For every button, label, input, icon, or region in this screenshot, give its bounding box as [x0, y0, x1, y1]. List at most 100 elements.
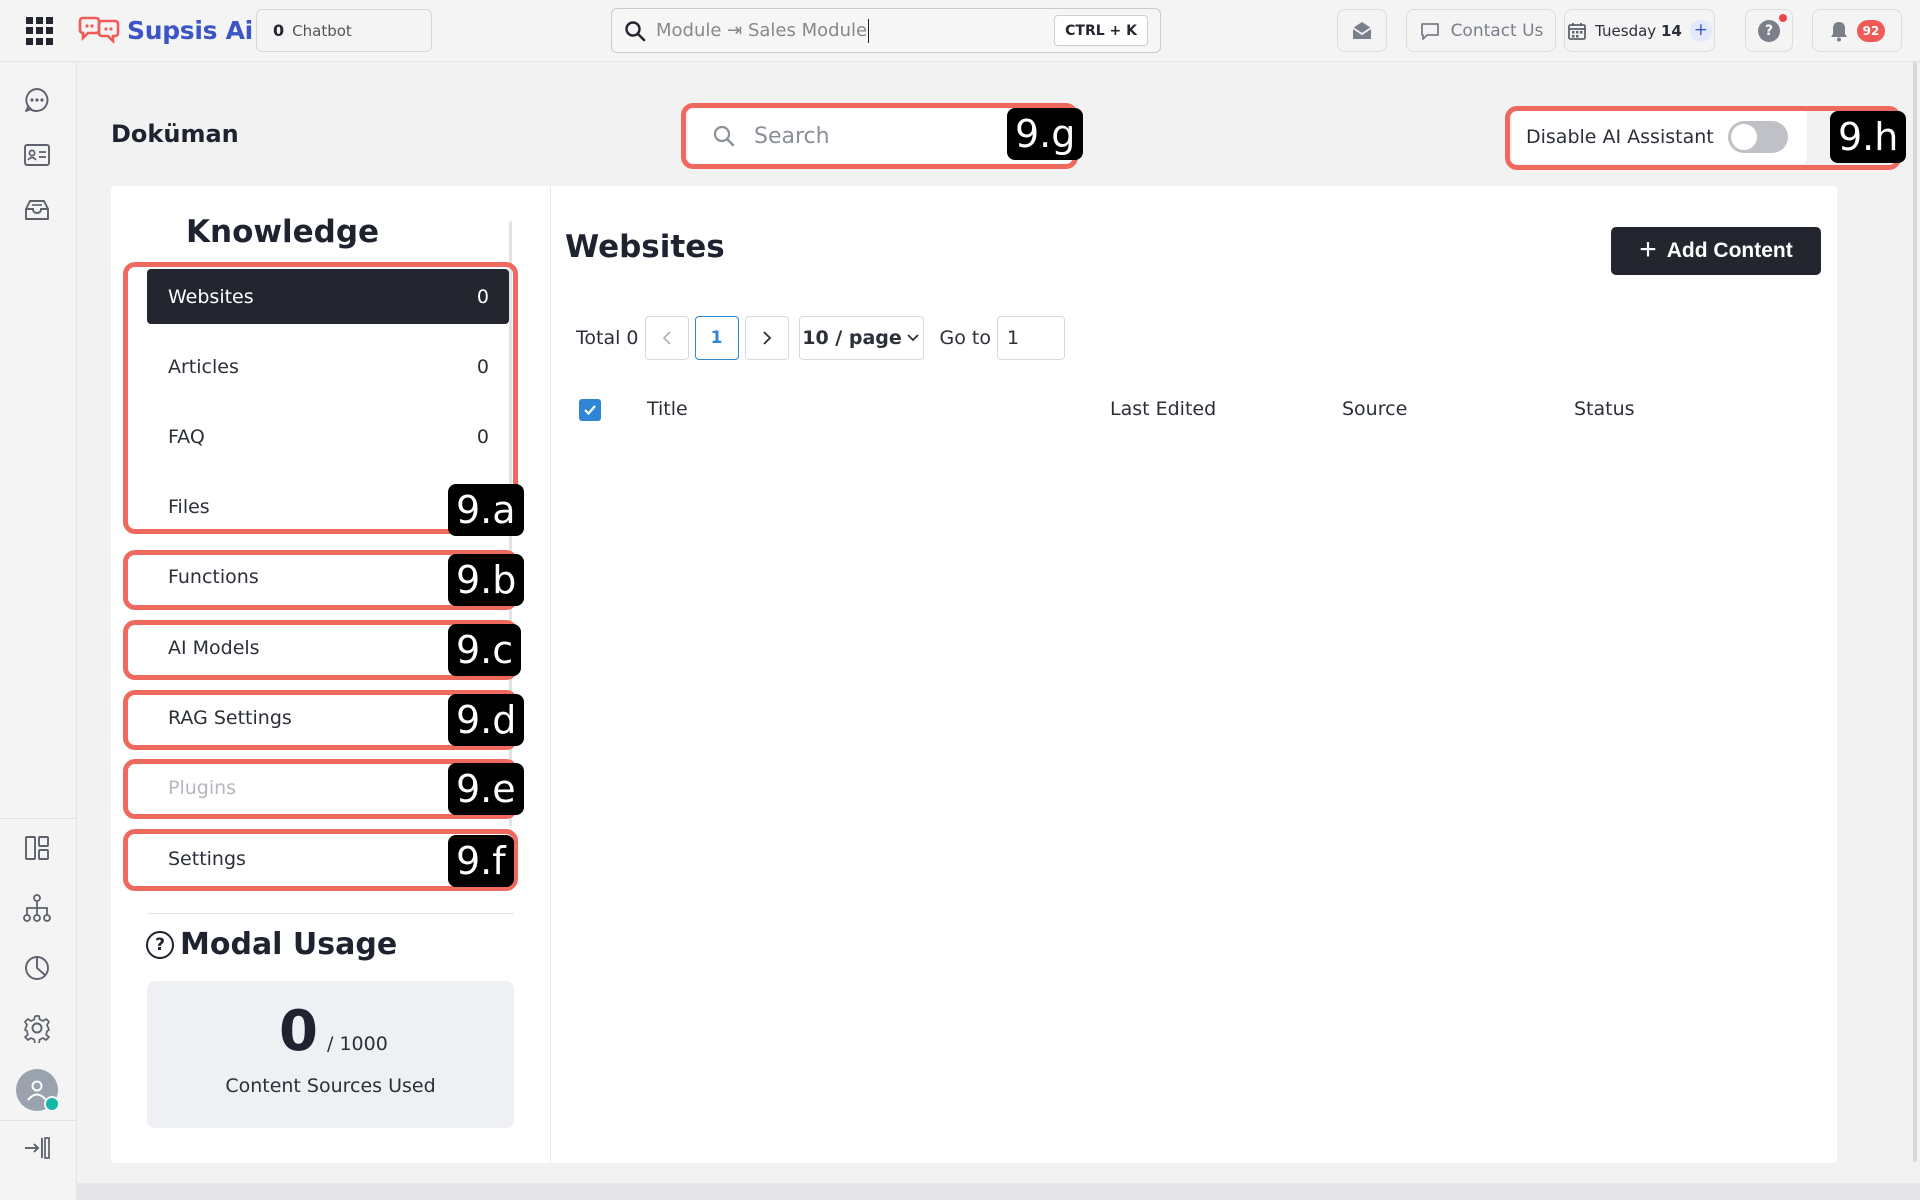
column-header-last-edited[interactable]: Last Edited [1110, 398, 1216, 420]
column-header-title[interactable]: Title [647, 398, 688, 420]
chevron-right-icon [762, 331, 771, 345]
add-event-icon[interactable]: + [1689, 19, 1712, 42]
contact-us-button[interactable]: Contact Us [1406, 9, 1556, 52]
date-day: Tuesday [1595, 21, 1657, 40]
knowledge-item-websites[interactable]: Websites 0 [147, 269, 509, 324]
nav-label: Functions [168, 565, 259, 588]
logo-icon [78, 16, 120, 45]
notification-badge: 92 [1856, 19, 1886, 42]
nav-label: AI Models [168, 636, 260, 659]
calendar-button[interactable]: Tuesday 14 + [1564, 9, 1715, 52]
chevron-down-icon [907, 334, 919, 342]
mail-icon [1352, 21, 1372, 39]
content-title: Websites [565, 229, 725, 265]
pagination-total: Total 0 [576, 327, 639, 349]
add-content-button[interactable]: + Add Content [1611, 227, 1821, 275]
usage-total: / 1000 [327, 1033, 388, 1055]
pagination: Total 0 1 10 / page Go to [576, 316, 1065, 360]
chevron-left-icon [662, 331, 671, 345]
chat-icon [1420, 22, 1439, 40]
sidebar-scrollbar[interactable] [509, 221, 512, 826]
annotation-label-9h: 9.h [1830, 111, 1907, 163]
knowledge-item-plugins: Plugins [147, 760, 509, 815]
left-rail [0, 62, 77, 1200]
knowledge-item-functions[interactable]: Functions [147, 549, 509, 604]
usage-label: Content Sources Used [225, 1075, 436, 1097]
nav-count: 0 [476, 355, 489, 378]
analytics-chart-icon[interactable] [21, 952, 53, 984]
logo[interactable]: Supsis Ai [77, 12, 253, 48]
shortcut-hint: CTRL + K [1054, 15, 1148, 46]
chatbot-count: 0 [273, 21, 285, 40]
check-icon [584, 405, 596, 416]
goto-label: Go to [939, 327, 991, 349]
inbox-button[interactable] [1337, 9, 1387, 52]
search-icon [625, 20, 646, 41]
help-button[interactable]: ? [1745, 9, 1793, 52]
archive-icon[interactable] [21, 194, 53, 226]
sidebar-divider [147, 913, 514, 914]
knowledge-item-files[interactable]: Files [147, 479, 509, 534]
rail-divider-bottom [0, 1120, 77, 1121]
knowledge-item-articles[interactable]: Articles 0 [147, 339, 509, 394]
contacts-card-icon[interactable] [21, 139, 53, 171]
knowledge-item-settings[interactable]: Settings [147, 831, 509, 886]
notifications-button[interactable]: 92 [1812, 9, 1902, 52]
nav-label: Plugins [168, 776, 237, 799]
global-search-value: Module ⇥ Sales Module [656, 19, 868, 41]
knowledge-title: Knowledge [186, 214, 380, 250]
nav-label: Websites [168, 285, 254, 308]
plus-icon: + [1639, 232, 1657, 266]
page-scrollbar[interactable] [1913, 62, 1917, 1162]
user-avatar[interactable] [16, 1069, 60, 1112]
chatbot-label: Chatbot [292, 21, 352, 40]
page-number-button[interactable]: 1 [694, 316, 739, 360]
date-number: 14 [1660, 21, 1682, 40]
bottom-strip [77, 1183, 1920, 1200]
conversations-icon[interactable] [21, 84, 53, 116]
next-page-button[interactable] [744, 316, 789, 360]
search-icon [713, 125, 735, 147]
help-icon: ? [1758, 13, 1787, 42]
prev-page-button[interactable] [644, 316, 689, 360]
dashboard-layout-icon[interactable] [21, 832, 53, 864]
nav-label: RAG Settings [168, 706, 292, 729]
column-header-source[interactable]: Source [1342, 398, 1407, 420]
nav-label: Settings [168, 847, 246, 870]
ai-assistant-toggle-group: Disable AI Assistant [1512, 110, 1807, 164]
usage-used-count: 0 [279, 999, 318, 1064]
search-placeholder: Search [754, 123, 830, 149]
goto-page-input[interactable] [996, 316, 1065, 360]
nav-label: FAQ [168, 425, 205, 448]
usage-card: 0 / 1000 Content Sources Used [147, 981, 514, 1128]
page-size-select[interactable]: 10 / page [798, 316, 924, 360]
select-all-checkbox[interactable] [579, 399, 601, 421]
settings-gear-icon[interactable] [21, 1012, 53, 1044]
ai-assistant-toggle[interactable] [1727, 121, 1788, 153]
user-icon [27, 1080, 47, 1101]
nav-count: 0 [476, 285, 489, 308]
knowledge-item-rag-settings[interactable]: RAG Settings [147, 690, 509, 745]
question-circle-icon[interactable]: ? [146, 930, 174, 959]
table-header: Title Last Edited Source Status [565, 390, 1815, 430]
modal-usage-title: Modal Usage [180, 927, 398, 962]
logo-text: Supsis Ai [127, 15, 253, 45]
column-header-status[interactable]: Status [1574, 398, 1635, 420]
knowledge-item-ai-models[interactable]: AI Models [147, 620, 509, 675]
apps-grid-icon[interactable] [26, 17, 54, 45]
logout-icon[interactable] [21, 1132, 53, 1164]
nav-label: Files [168, 495, 210, 518]
flow-tree-icon[interactable] [21, 892, 53, 924]
add-content-label: Add Content [1666, 239, 1793, 262]
ai-toggle-label: Disable AI Assistant [1526, 126, 1714, 148]
date-label: Tuesday 14 [1595, 22, 1682, 40]
chatbot-selector[interactable]: 0 Chatbot [256, 9, 432, 52]
bell-icon [1830, 21, 1847, 41]
nav-count: 0 [476, 425, 489, 448]
global-search-input[interactable]: Module ⇥ Sales Module CTRL + K [611, 8, 1161, 53]
panel-divider [550, 186, 551, 1163]
top-bar: Supsis Ai 0 Chatbot Module ⇥ Sales Modul… [0, 0, 1920, 62]
page-size-value: 10 / page [802, 327, 902, 349]
document-search-input[interactable]: Search [688, 108, 1073, 164]
knowledge-item-faq[interactable]: FAQ 0 [147, 409, 509, 464]
